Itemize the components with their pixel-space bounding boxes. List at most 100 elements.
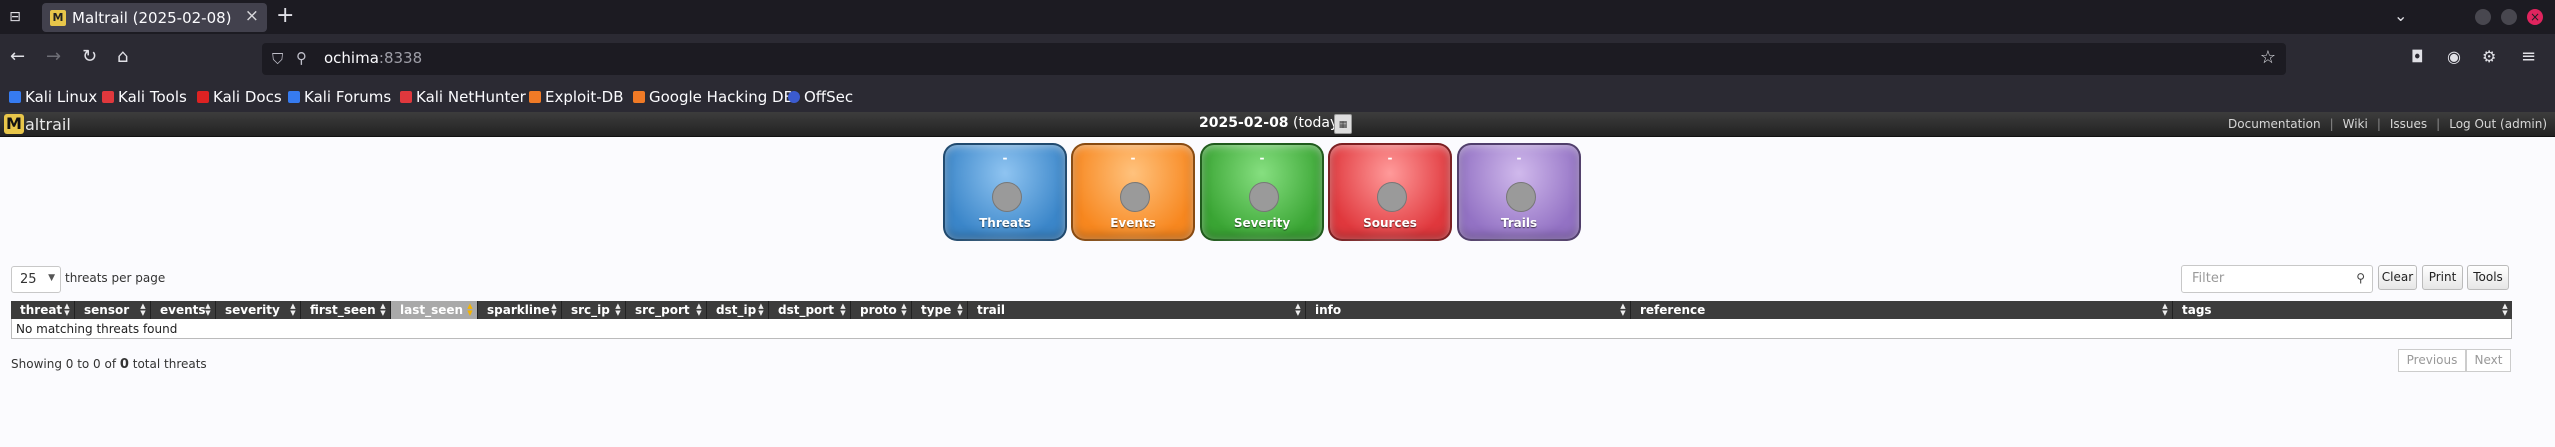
tab-list-icon[interactable]: ⊟ xyxy=(6,8,24,26)
browser-tabbar: ⊟ M Maltrail (2025-02-08) × + ⌄ × xyxy=(0,0,2555,34)
severity-counter[interactable]: - Severity xyxy=(1200,143,1324,241)
sort-descending-icon: ▲ ▼ xyxy=(467,302,473,317)
bookmark-kali-tools[interactable]: Kali Tools xyxy=(102,88,187,106)
column-first-seen[interactable]: first_seen ▲ ▼ xyxy=(301,301,391,319)
sort-icon: ▲ ▼ xyxy=(615,302,621,317)
column-sparkline[interactable]: sparkline ▲ ▼ xyxy=(478,301,562,319)
bookmark-kali-nethunter[interactable]: Kali NetHunter xyxy=(400,88,526,106)
column-proto[interactable]: proto ▲ ▼ xyxy=(851,301,912,319)
calendar-icon[interactable]: ▦ xyxy=(1334,114,1352,134)
search-icon: ⚲ xyxy=(2356,271,2365,285)
column-src-port[interactable]: src_port ▲ ▼ xyxy=(626,301,707,319)
logout-link[interactable]: Log Out (admin) xyxy=(2449,117,2547,131)
offsec-icon xyxy=(788,91,800,103)
reload-icon[interactable]: ↻ xyxy=(82,46,97,68)
wiki-link[interactable]: Wiki xyxy=(2343,117,2368,131)
maltrail-logo-icon[interactable]: M xyxy=(4,114,24,134)
table-info: Showing 0 to 0 of 0 total threats xyxy=(11,357,207,372)
bookmark-google-hacking-db[interactable]: Google Hacking DB xyxy=(633,88,794,106)
events-sparkline-placeholder xyxy=(1120,182,1150,212)
kali-docs-icon xyxy=(197,91,209,103)
filter-placeholder: Filter xyxy=(2192,271,2225,286)
print-button[interactable]: Print xyxy=(2422,265,2463,290)
events-counter[interactable]: - Events xyxy=(1071,143,1195,241)
account-icon[interactable]: ◉ xyxy=(2447,46,2461,68)
sort-icon: ▲ ▼ xyxy=(1295,302,1301,317)
sort-icon: ▲ ▼ xyxy=(290,302,296,317)
maltrail-favicon-icon: M xyxy=(50,10,66,26)
browser-tab[interactable]: M Maltrail (2025-02-08) × xyxy=(42,3,267,32)
page-length-select[interactable]: 25 ▼ xyxy=(11,266,61,293)
total-threats-count: 0 xyxy=(119,357,129,372)
column-src-ip[interactable]: src_ip ▲ ▼ xyxy=(562,301,626,319)
sort-icon: ▲ ▼ xyxy=(140,302,146,317)
column-threat[interactable]: threat ▲ ▼ xyxy=(11,301,75,319)
sources-counter[interactable]: - Sources xyxy=(1328,143,1452,241)
bookmark-offsec[interactable]: OffSec xyxy=(788,88,853,106)
menu-icon[interactable]: ≡ xyxy=(2521,46,2536,68)
column-trail[interactable]: trail ▲ ▼ xyxy=(968,301,1306,319)
tabs-dropdown-icon[interactable]: ⌄ xyxy=(2394,6,2407,25)
exploit-db-icon xyxy=(529,91,541,103)
maximize-window-icon[interactable] xyxy=(2501,9,2517,25)
tools-button[interactable]: Tools xyxy=(2467,265,2509,290)
sources-sparkline-placeholder xyxy=(1377,182,1407,212)
filter-input[interactable]: Filter ⚲ xyxy=(2181,265,2373,293)
page-length-label: threats per page xyxy=(65,271,166,285)
home-icon[interactable]: ⌂ xyxy=(117,46,128,68)
tab-close-icon[interactable]: × xyxy=(245,6,259,26)
bookmark-kali-docs[interactable]: Kali Docs xyxy=(197,88,282,106)
events-count: - xyxy=(1130,151,1136,165)
sort-icon: ▲ ▼ xyxy=(2502,302,2508,317)
sort-icon: ▲ ▼ xyxy=(957,302,963,317)
trails-count: - xyxy=(1516,151,1522,165)
connection-info-icon[interactable]: ⚲ xyxy=(296,49,307,67)
threats-counter[interactable]: - Threats xyxy=(943,143,1067,241)
column-events[interactable]: events ▲ ▼ xyxy=(151,301,216,319)
sort-icon: ▲ ▼ xyxy=(380,302,386,317)
bookmark-kali-linux[interactable]: Kali Linux xyxy=(9,88,97,106)
extensions-icon[interactable]: ⚙ xyxy=(2482,46,2496,68)
column-tags[interactable]: tags ▲ ▼ xyxy=(2173,301,2512,319)
kali-icon xyxy=(9,91,21,103)
trails-counter[interactable]: - Trails xyxy=(1457,143,1581,241)
maltrail-header: M altrail 2025-02-08 (today) ▦ Documenta… xyxy=(0,112,2555,137)
minimize-window-icon[interactable] xyxy=(2475,9,2491,25)
sort-icon: ▲ ▼ xyxy=(758,302,764,317)
nethunter-icon xyxy=(400,91,412,103)
previous-page-button[interactable]: Previous xyxy=(2398,349,2466,372)
sort-icon: ▲ ▼ xyxy=(1620,302,1626,317)
empty-table-message: No matching threats found xyxy=(16,322,178,336)
trails-label: Trails xyxy=(1500,216,1538,230)
column-sensor[interactable]: sensor ▲ ▼ xyxy=(75,301,151,319)
close-window-icon[interactable]: × xyxy=(2527,9,2543,25)
column-dst-port[interactable]: dst_port ▲ ▼ xyxy=(769,301,851,319)
url-text: ochima:8338 xyxy=(324,49,423,67)
bookmark-exploit-db[interactable]: Exploit-DB xyxy=(529,88,624,106)
sort-icon: ▲ ▼ xyxy=(2162,302,2168,317)
sources-count: - xyxy=(1387,151,1393,165)
column-type[interactable]: type ▲ ▼ xyxy=(912,301,968,319)
column-dst-ip[interactable]: dst_ip ▲ ▼ xyxy=(707,301,769,319)
clear-button[interactable]: Clear xyxy=(2378,265,2417,290)
url-bar[interactable]: ⛉ ⚲ ochima:8338 ☆ xyxy=(262,43,2286,75)
column-severity[interactable]: severity ▲ ▼ xyxy=(216,301,301,319)
bookmark-kali-forums[interactable]: Kali Forums xyxy=(288,88,391,106)
next-page-button[interactable]: Next xyxy=(2466,349,2511,372)
tracking-shield-icon[interactable]: ⛉ xyxy=(272,50,283,68)
issues-link[interactable]: Issues xyxy=(2390,117,2427,131)
pocket-icon[interactable]: ◘ xyxy=(2411,46,2424,68)
column-info[interactable]: info ▲ ▼ xyxy=(1306,301,1631,319)
new-tab-icon[interactable]: + xyxy=(276,3,294,28)
column-reference[interactable]: reference ▲ ▼ xyxy=(1631,301,2173,319)
forward-icon[interactable]: → xyxy=(46,46,61,68)
severity-sparkline-placeholder xyxy=(1249,182,1279,212)
documentation-link[interactable]: Documentation xyxy=(2228,117,2321,131)
back-icon[interactable]: ← xyxy=(10,46,25,68)
maltrail-logo-text[interactable]: altrail xyxy=(25,115,71,134)
kali-tools-icon xyxy=(102,91,114,103)
browser-navbar: ← → ↻ ⌂ ⛉ ⚲ ochima:8338 ☆ ◘ ◉ ⚙ ≡ xyxy=(0,34,2555,84)
column-last-seen[interactable]: last_seen ▲ ▼ xyxy=(391,301,478,319)
threats-label: Threats xyxy=(979,216,1031,230)
bookmark-star-icon[interactable]: ☆ xyxy=(2260,47,2276,68)
